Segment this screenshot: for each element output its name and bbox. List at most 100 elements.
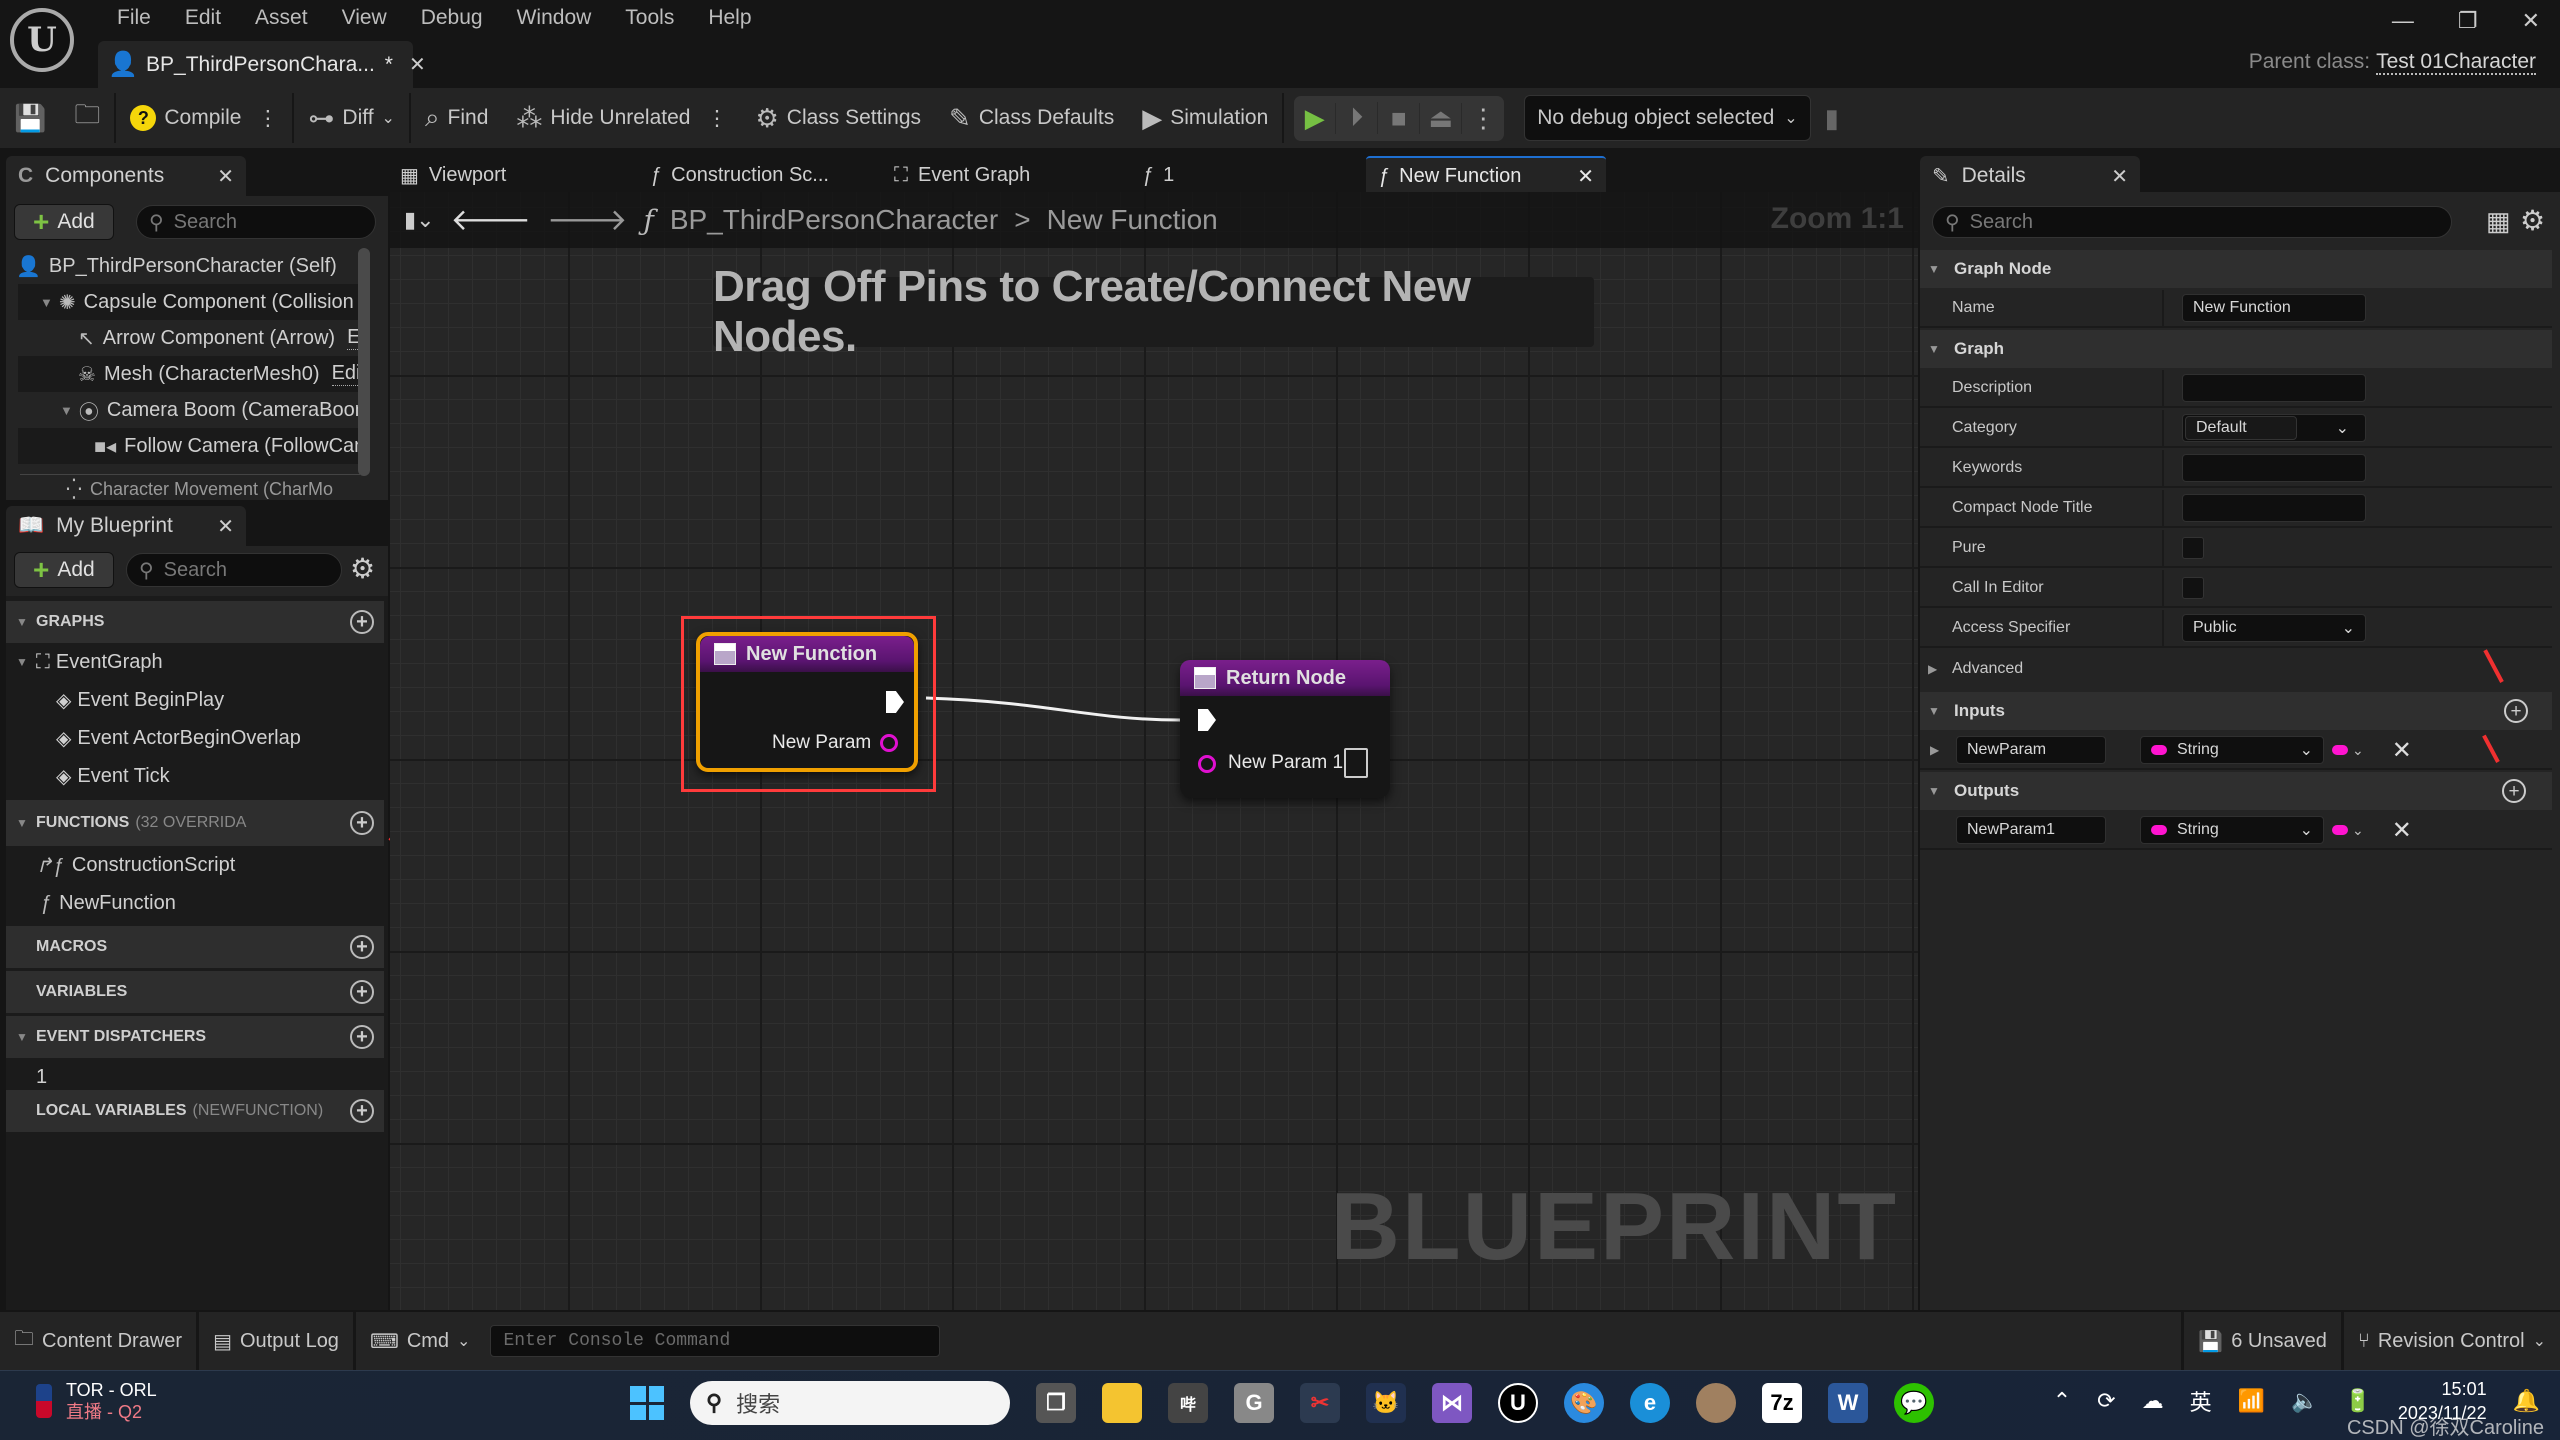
event-item[interactable]: ◈ Event Tick bbox=[6, 757, 384, 795]
description-input[interactable] bbox=[2182, 374, 2366, 402]
trash-app-icon[interactable]: G bbox=[1234, 1383, 1274, 1423]
graph-canvas[interactable]: ▮⌄ 🡐 🡒 ƒ BP_ThirdPersonCharacter > New F… bbox=[390, 192, 1918, 1310]
collapse-arrow-icon[interactable]: ▼ bbox=[16, 816, 30, 830]
macros-section-header[interactable]: MACROS + bbox=[6, 926, 384, 968]
sync-icon[interactable]: ⟳ bbox=[2097, 1388, 2115, 1414]
close-window-icon[interactable]: ✕ bbox=[2522, 8, 2540, 34]
7zip-icon[interactable]: 7z bbox=[1762, 1383, 1802, 1423]
add-graph-icon[interactable]: + bbox=[350, 610, 374, 634]
word-icon[interactable]: W bbox=[1828, 1383, 1868, 1423]
file-explorer-icon[interactable] bbox=[1102, 1383, 1142, 1423]
table-view-icon[interactable]: ▦ bbox=[2486, 206, 2511, 237]
add-variable-icon[interactable]: + bbox=[350, 980, 374, 1004]
call-in-editor-checkbox[interactable] bbox=[2182, 577, 2204, 599]
add-input-icon[interactable]: + bbox=[2504, 699, 2528, 723]
component-arrow[interactable]: ↖ Arrow Component (Arrow) E bbox=[18, 320, 364, 356]
remove-output-icon[interactable]: ✕ bbox=[2392, 816, 2412, 845]
components-tab[interactable]: C Components ✕ bbox=[6, 156, 246, 196]
input-param-type-dropdown[interactable]: String ⌄ bbox=[2140, 736, 2324, 764]
collapse-arrow-icon[interactable]: ▼ bbox=[16, 1030, 30, 1044]
restore-icon[interactable]: ❐ bbox=[2458, 8, 2478, 34]
save-button[interactable]: 💾 bbox=[0, 88, 60, 148]
document-tab[interactable]: 👤 BP_ThirdPersonChara... * ✕ bbox=[98, 41, 426, 88]
menu-asset[interactable]: Asset bbox=[238, 4, 325, 32]
chevron-down-icon[interactable]: ⌄ bbox=[2352, 742, 2364, 759]
inputs-section-header[interactable]: ▼ Inputs bbox=[1920, 692, 2552, 730]
wifi-icon[interactable]: 📶 bbox=[2238, 1388, 2265, 1414]
add-member-button[interactable]: + Add bbox=[14, 552, 114, 588]
pure-checkbox[interactable] bbox=[2182, 537, 2204, 559]
expand-arrow-icon[interactable]: ▼ bbox=[16, 655, 28, 669]
close-tab-icon[interactable]: ✕ bbox=[2111, 164, 2128, 189]
advanced-row[interactable]: ▶ Advanced bbox=[1920, 650, 2552, 688]
simulation-button[interactable]: ▶ Simulation bbox=[1128, 88, 1282, 148]
function-item-newfunction[interactable]: ƒ NewFunction bbox=[6, 884, 384, 922]
container-type-icon[interactable] bbox=[2332, 745, 2348, 755]
more-options-icon[interactable]: ⋮ bbox=[706, 106, 727, 131]
output-param-name[interactable]: NewParam1 bbox=[1956, 816, 2106, 844]
string-in-pin[interactable] bbox=[1198, 755, 1216, 773]
play-options-icon[interactable]: ⋮ bbox=[1462, 103, 1504, 134]
browse-button[interactable]: 🗀 bbox=[60, 88, 114, 148]
graph-item-eventgraph[interactable]: ▼ ⛶ EventGraph bbox=[6, 643, 384, 681]
snipping-tool-icon[interactable]: ✂ bbox=[1300, 1383, 1340, 1423]
console-command-input[interactable]: Enter Console Command bbox=[490, 1325, 941, 1357]
chevron-down-icon[interactable]: ⌄ bbox=[2352, 822, 2364, 839]
expand-arrow-icon[interactable]: ▶ bbox=[1930, 743, 1956, 757]
tab-construction-script[interactable]: ƒ Construction Sc... bbox=[638, 156, 841, 194]
avatar-app-icon[interactable] bbox=[1696, 1383, 1736, 1423]
pin-default-value-box[interactable] bbox=[1344, 748, 1368, 778]
event-dispatchers-section-header[interactable]: ▼ EVENT DISPATCHERS + bbox=[6, 1016, 384, 1058]
chevron-down-icon[interactable]: ⌄ bbox=[2336, 418, 2349, 438]
function-entry-node[interactable]: New Function New Param bbox=[696, 632, 918, 772]
tab-event-graph[interactable]: ⛶ Event Graph bbox=[882, 156, 1042, 194]
unreal-engine-icon[interactable]: U bbox=[1498, 1383, 1538, 1423]
settings-gear-icon[interactable]: ⚙ bbox=[350, 552, 375, 585]
expand-arrow-icon[interactable]: ▼ bbox=[60, 403, 73, 418]
functions-section-header[interactable]: ▼ FUNCTIONS (32 OVERRIDA + bbox=[6, 800, 384, 846]
close-tab-icon[interactable]: ✕ bbox=[217, 164, 234, 189]
class-settings-button[interactable]: ⚙ Class Settings bbox=[741, 88, 935, 148]
add-component-button[interactable]: + Add bbox=[14, 204, 114, 240]
access-specifier-dropdown[interactable]: Public ⌄ bbox=[2182, 614, 2366, 642]
class-defaults-button[interactable]: ✎ Class Defaults bbox=[935, 88, 1128, 148]
wechat-icon[interactable]: 💬 bbox=[1894, 1383, 1934, 1423]
event-item[interactable]: ◈ Event ActorBeginOverlap bbox=[6, 719, 384, 757]
hide-unrelated-button[interactable]: ⁂ Hide Unrelated ⋮ bbox=[502, 88, 741, 148]
windows-start-icon[interactable] bbox=[630, 1386, 664, 1420]
add-macro-icon[interactable]: + bbox=[350, 935, 374, 959]
compile-options-icon[interactable]: ⋮ bbox=[257, 106, 278, 131]
step-icon[interactable]: ⏵ bbox=[1336, 102, 1379, 134]
menu-tools[interactable]: Tools bbox=[608, 4, 691, 32]
ime-tool-icon[interactable]: 哔 bbox=[1168, 1383, 1208, 1423]
collapse-arrow-icon[interactable]: ▼ bbox=[16, 615, 30, 629]
component-mesh[interactable]: ☠ Mesh (CharacterMesh0) Edi bbox=[18, 356, 364, 392]
collapse-arrow-icon[interactable]: ▼ bbox=[1928, 704, 1954, 718]
menu-file[interactable]: File bbox=[100, 4, 168, 32]
category-input[interactable]: Default bbox=[2185, 416, 2297, 440]
settings-gear-icon[interactable]: ⚙ bbox=[2520, 204, 2545, 237]
diff-button[interactable]: ⊶ Diff ⌄ bbox=[294, 88, 409, 148]
debug-filter-button[interactable]: ▮ bbox=[1811, 88, 1853, 148]
unsaved-button[interactable]: 💾 6 Unsaved bbox=[2184, 1312, 2344, 1370]
string-out-pin[interactable] bbox=[880, 734, 898, 752]
edge-browser-icon[interactable]: e bbox=[1630, 1383, 1670, 1423]
sports-widget[interactable]: TOR - ORL 直播 - Q2 bbox=[36, 1379, 157, 1423]
find-button[interactable]: ⌕ Find bbox=[411, 88, 502, 148]
remove-input-icon[interactable]: ✕ bbox=[2392, 736, 2412, 765]
play-icon[interactable]: ▶ bbox=[1294, 102, 1337, 134]
volume-icon[interactable]: 🔈 bbox=[2291, 1388, 2318, 1414]
menu-window[interactable]: Window bbox=[500, 4, 609, 32]
keywords-input[interactable] bbox=[2182, 454, 2366, 482]
event-item[interactable]: ◈ Event BeginPlay bbox=[6, 681, 384, 719]
tab-function-1[interactable]: ƒ 1 bbox=[1130, 156, 1186, 194]
taskbar-search-input[interactable]: ⚲ 搜索 bbox=[690, 1381, 1010, 1425]
details-tab[interactable]: ✎ Details ✕ bbox=[1920, 156, 2140, 196]
components-search-input[interactable]: ⚲ Search bbox=[136, 205, 376, 239]
category-combo[interactable]: Default ⌄ bbox=[2182, 414, 2366, 442]
menu-help[interactable]: Help bbox=[691, 4, 768, 32]
components-scrollbar[interactable] bbox=[358, 248, 370, 476]
stop-icon[interactable]: ■ bbox=[1378, 102, 1421, 134]
variables-section-header[interactable]: VARIABLES + bbox=[6, 971, 384, 1013]
visual-studio-icon[interactable]: ⋈ bbox=[1432, 1383, 1472, 1423]
